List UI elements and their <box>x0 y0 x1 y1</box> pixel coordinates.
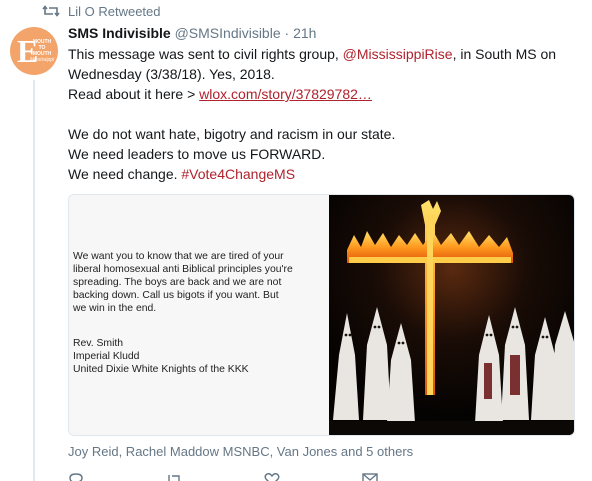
tweet-line-2: Wednesday (3/38/18). Yes, 2018. <box>68 66 275 82</box>
hashtag-link[interactable]: #Vote4ChangeMS <box>181 166 295 182</box>
tweet-line-1: This message was sent to civil rights gr… <box>68 46 557 62</box>
liked-by-summary[interactable]: Joy Reid, Rachel Maddow MSNBC, Van Jones… <box>68 444 413 459</box>
tweet-header: SMS Indivisible @SMSIndivisible · 21h <box>68 24 316 42</box>
direct-message-icon <box>362 473 378 481</box>
thread-line <box>33 80 35 481</box>
tweet-line-7: We need change. #Vote4ChangeMS <box>68 166 296 182</box>
tweet-line-5: We do not want hate, bigotry and racism … <box>68 126 396 142</box>
direct-message-button[interactable] <box>362 472 402 481</box>
mention-link[interactable]: @MississippiRise <box>343 46 453 62</box>
separator: · <box>284 25 290 41</box>
author-handle[interactable]: @SMSIndivisible <box>175 25 281 41</box>
like-button[interactable] <box>264 472 304 481</box>
letter-body: We want you to know that we are tired of… <box>73 251 293 314</box>
article-link[interactable]: wlox.com/story/37829782… <box>199 86 372 102</box>
retweet-button[interactable] <box>166 472 206 481</box>
tweet-text: This message was sent to civil rights gr… <box>68 44 583 184</box>
retweet-context[interactable]: Lil O Retweeted <box>42 2 161 20</box>
reply-icon <box>69 473 83 481</box>
tweet-line-3: Read about it here > wlox.com/story/3782… <box>68 86 372 102</box>
like-icon <box>264 473 280 481</box>
tweet-time[interactable]: 21h <box>293 25 316 41</box>
letter-image: We want you to know that we are tired of… <box>69 195 329 435</box>
reply-button[interactable] <box>68 472 108 481</box>
tweet-media[interactable]: We want you to know that we are tired of… <box>68 194 575 436</box>
tweet-line-6: We need leaders to move us FORWARD. <box>68 146 326 162</box>
action-bar <box>68 472 402 481</box>
letter-signature: Rev. Smith Imperial Kludd United Dixie W… <box>73 338 249 375</box>
retweet-icon <box>168 475 180 481</box>
burning-cross-photo <box>329 195 574 435</box>
avatar-logo-text: MOUTH TO MOUTH Mississippi <box>30 39 55 63</box>
retweet-icon <box>42 5 60 17</box>
avatar[interactable]: E MOUTH TO MOUTH Mississippi <box>10 27 58 75</box>
author-name[interactable]: SMS Indivisible <box>68 25 171 41</box>
retweeter-label: Lil O Retweeted <box>68 3 161 19</box>
